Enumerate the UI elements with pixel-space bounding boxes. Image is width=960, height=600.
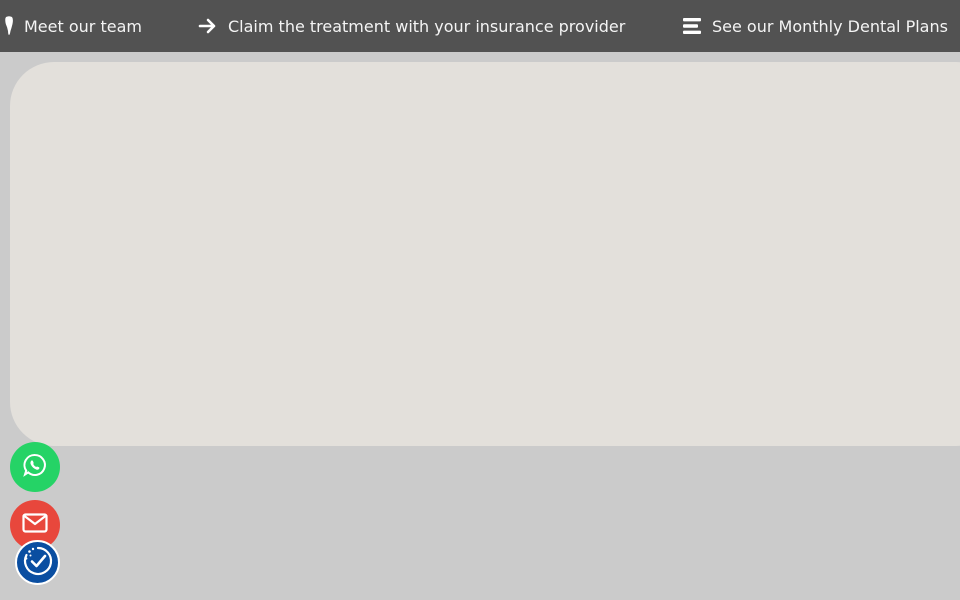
top-announcement-bar: Meet our team Claim the treatment with y… <box>0 0 960 52</box>
monthly-dental-plans-link[interactable]: See our Monthly Dental Plans <box>682 0 948 52</box>
tooth-icon <box>4 16 14 36</box>
monthly-dental-plans-label: See our Monthly Dental Plans <box>712 16 948 36</box>
arrow-right-icon <box>198 17 218 35</box>
hero-image-placeholder <box>10 62 960 446</box>
accessibility-check-icon <box>22 545 54 581</box>
menu-lines-icon <box>682 17 702 35</box>
mail-icon <box>22 513 48 537</box>
claim-insurance-label: Claim the treatment with your insurance … <box>228 16 626 36</box>
accessibility-button[interactable] <box>15 540 60 585</box>
meet-our-team-label: Meet our team <box>24 16 142 36</box>
claim-insurance-link[interactable]: Claim the treatment with your insurance … <box>198 0 625 52</box>
whatsapp-icon <box>22 452 48 482</box>
whatsapp-button[interactable] <box>10 442 60 492</box>
meet-our-team-link[interactable]: Meet our team <box>4 0 142 52</box>
